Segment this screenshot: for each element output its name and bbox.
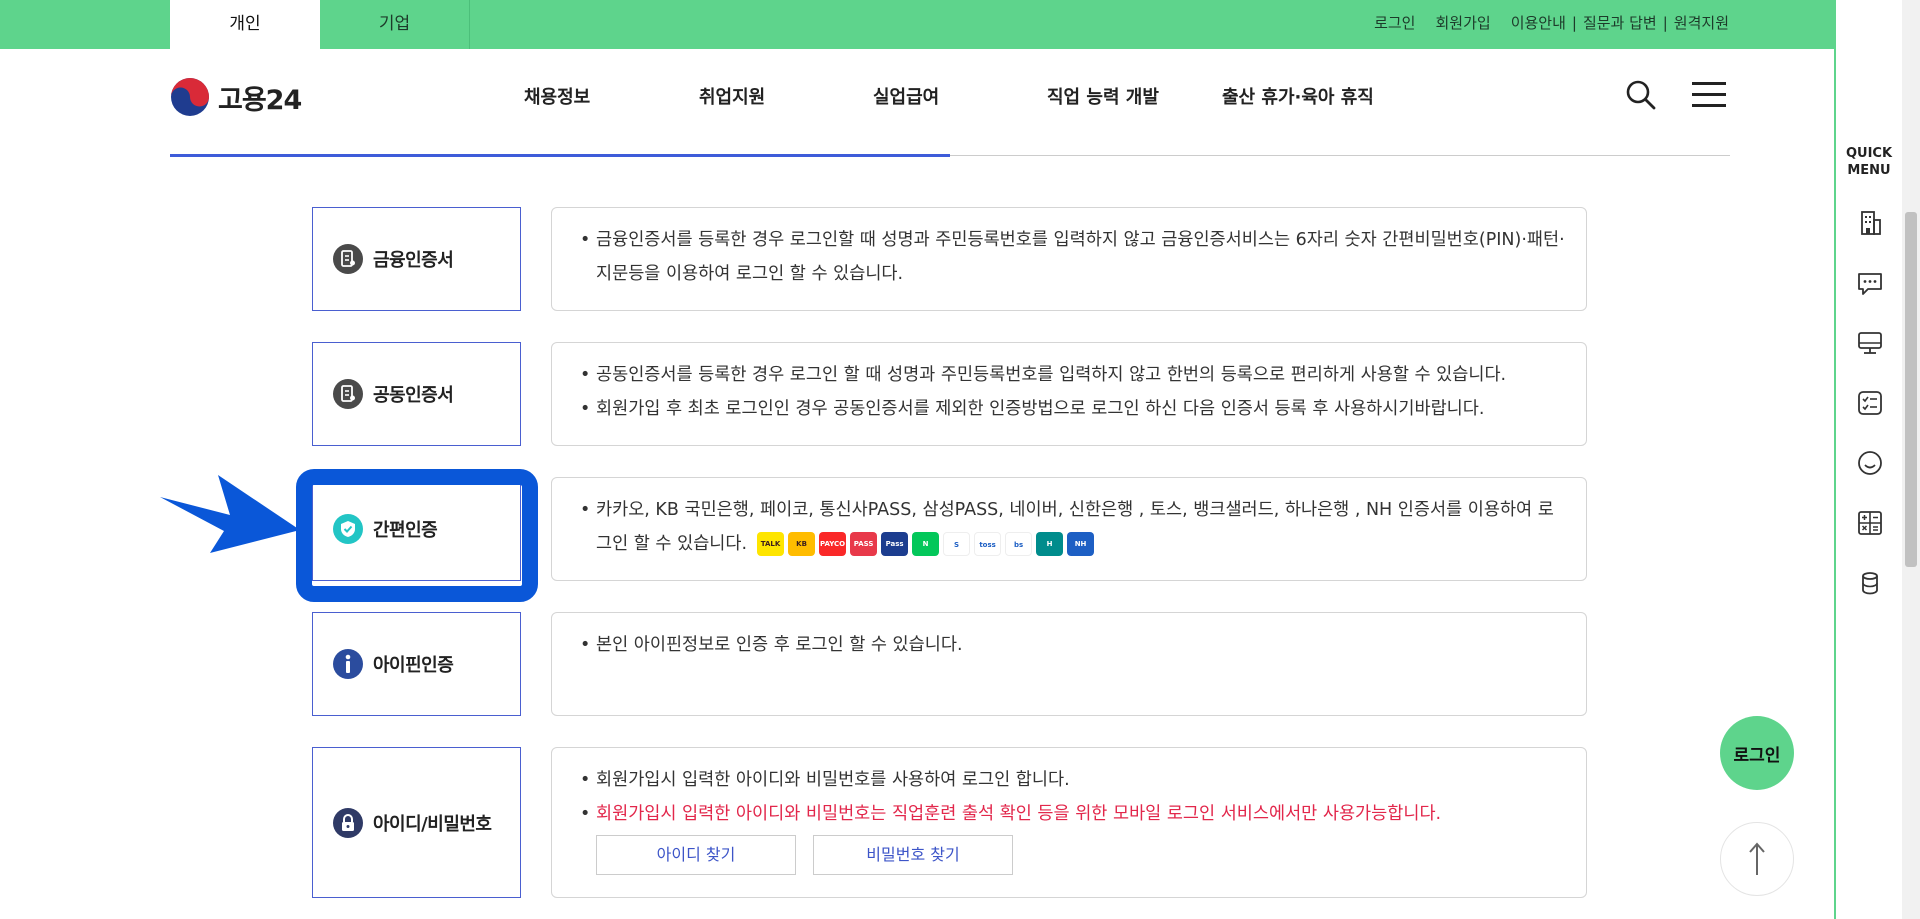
remote-support-link[interactable]: 원격지원 [1674,0,1729,49]
monitor-icon[interactable] [1855,328,1885,358]
kakao-talk-icon: TALK [757,532,785,556]
signup-link[interactable]: 회원가입 [1435,0,1490,49]
find-id-button[interactable]: 아이디 찾기 [596,835,796,875]
method-description: 본인 아이핀정보로 인증 후 로그인 할 수 있습니다. [551,612,1587,716]
method-label: 금융인증서 [373,250,454,271]
arrow-up-icon [1749,842,1765,875]
nav-employment-support[interactable]: 취업지원 [699,83,765,109]
logo-text: 고용24 [218,84,302,116]
certificate-icon [333,244,363,274]
method-description: 금융인증서를 등록한 경우 로그인할 때 성명과 주민등록번호를 입력하지 않고… [551,207,1587,311]
hana-bank-icon: H [1036,532,1064,556]
info-icon [333,649,363,679]
description-item: 회원가입 후 최초 로그인인 경우 공동인증서를 제외한 인증방법으로 로그인 … [580,392,1566,426]
checklist-icon[interactable] [1855,388,1885,418]
logo[interactable]: 고용24 [170,77,302,117]
payco-icon: PAYCO [819,532,847,556]
description-item: 회원가입시 입력한 아이디와 비밀번호를 사용하여 로그인 합니다. [580,763,1566,797]
quick-title-line: MENU [1847,163,1891,178]
scroll-top-button[interactable] [1720,822,1794,896]
floating-login-button[interactable]: 로그인 [1720,716,1794,790]
method-description: 공동인증서를 등록한 경우 로그인 할 때 성명과 주민등록번호를 입력하지 않… [551,342,1587,446]
scrollbar-thumb[interactable] [1905,212,1917,567]
pass-icon: PASS [850,532,878,556]
shield-check-icon [333,514,363,544]
tab-personal[interactable]: 개인 [170,0,320,49]
page: 개인 기업 로그인 회원가입 이용안내 | 질문과 답변 | 원격지원 고용24… [0,0,1834,919]
database-icon[interactable] [1855,568,1885,598]
naver-icon: N [912,532,940,556]
banksalad-icon: bs [1005,532,1033,556]
utility-links: 로그인 회원가입 이용안내 | 질문과 답변 | 원격지원 [1374,0,1729,49]
chat-bubble-icon[interactable] [1855,268,1885,298]
nav-unemployment-benefit[interactable]: 실업급여 [873,83,939,109]
description-item: 공동인증서를 등록한 경우 로그인 할 때 성명과 주민등록번호를 입력하지 않… [580,358,1566,392]
shinhan-bank-icon: S [943,532,971,556]
method-id-password[interactable]: 아이디/비밀번호 [312,747,521,898]
quick-title-line: QUICK [1845,146,1893,161]
nav-job-info[interactable]: 채용정보 [524,83,590,109]
header: 고용24 채용정보 취업지원 실업급여 직업 능력 개발 출산 휴가·육아 휴직 [0,49,1834,143]
samsung-pass-icon: Pass [881,532,909,556]
find-password-button[interactable]: 비밀번호 찾기 [813,835,1013,875]
method-label: 아이디/비밀번호 [373,813,492,835]
login-link[interactable]: 로그인 [1374,0,1415,49]
separator: | [1571,14,1577,32]
search-icon[interactable] [1625,79,1657,115]
top-bar: 개인 기업 로그인 회원가입 이용안내 | 질문과 답변 | 원격지원 [0,0,1834,49]
toss-icon: toss [974,532,1002,556]
smile-icon[interactable] [1855,448,1885,478]
pointer-arrow-icon [160,475,300,553]
nav-parental-leave[interactable]: 출산 휴가·육아 휴직 [1222,83,1374,109]
calculator-icon[interactable] [1855,508,1885,538]
description-item: 금융인증서를 등록한 경우 로그인할 때 성명과 주민등록번호를 입력하지 않고… [580,223,1566,291]
method-ipin[interactable]: 아이핀인증 [312,612,521,716]
lock-icon [333,807,363,838]
building-icon[interactable] [1855,208,1885,238]
provider-icons: TALK KB PAYCO PASS Pass N Stoss bs H NH [757,532,1095,556]
quick-menu: QUICK MENU [1834,0,1920,919]
method-description: 회원가입시 입력한 아이디와 비밀번호를 사용하여 로그인 합니다. 회원가입시… [551,747,1587,898]
method-label: 공동인증서 [373,385,454,406]
active-tab-indicator [170,154,950,157]
method-label: 간편인증 [373,520,438,541]
nav-vocational-training[interactable]: 직업 능력 개발 [1047,83,1159,109]
kb-bank-icon: KB [788,532,816,556]
guide-link[interactable]: 이용안내 [1511,0,1566,49]
method-description: 카카오, KB 국민은행, 페이코, 통신사PASS, 삼성PASS, 네이버,… [551,477,1587,581]
description-item: 카카오, KB 국민은행, 페이코, 통신사PASS, 삼성PASS, 네이버,… [580,493,1566,561]
hamburger-menu-icon[interactable] [1692,82,1726,112]
taegeuk-logo-icon [171,78,209,116]
tab-business[interactable]: 기업 [320,0,470,49]
description-item-warning: 회원가입시 입력한 아이디와 비밀번호는 직업훈련 출석 확인 등을 위한 모바… [580,797,1566,831]
method-financial-cert[interactable]: 금융인증서 [312,207,521,311]
certificate-icon [333,379,363,409]
quick-menu-title: QUICK MENU [1836,145,1902,179]
separator: | [1662,14,1668,32]
method-joint-cert[interactable]: 공동인증서 [312,342,521,446]
qna-link[interactable]: 질문과 답변 [1583,0,1657,49]
nh-bank-icon: NH [1067,532,1095,556]
method-label: 아이핀인증 [373,655,454,676]
method-simple-auth[interactable]: 간편인증 [312,477,521,581]
description-item: 본인 아이핀정보로 인증 후 로그인 할 수 있습니다. [580,628,1566,662]
